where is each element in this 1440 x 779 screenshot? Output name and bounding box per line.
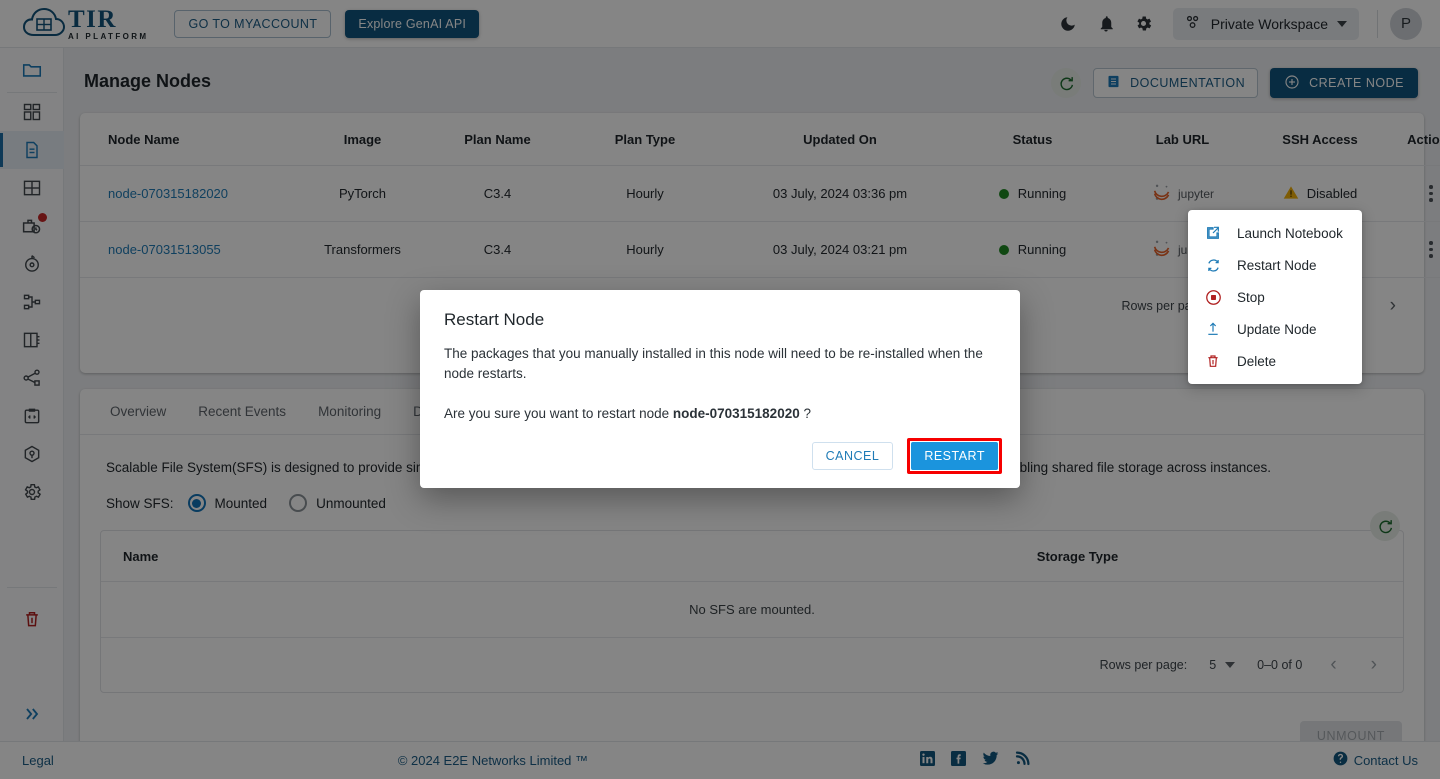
stop-circle-icon [1204, 289, 1222, 306]
menu-item-label: Delete [1237, 353, 1277, 369]
dialog-restart-button[interactable]: RESTART [911, 442, 998, 470]
dialog-cancel-button[interactable]: CANCEL [811, 442, 894, 470]
menu-item-label: Restart Node [1237, 257, 1317, 273]
dialog-paragraph-1: The packages that you manually installed… [444, 346, 983, 381]
restart-node-dialog: Restart Node The packages that you manua… [420, 290, 1020, 488]
menu-item-stop[interactable]: Stop [1188, 281, 1362, 313]
app-root: TIR AI PLATFORM GO TO MYACCOUNT Explore … [0, 0, 1440, 779]
menu-item-delete[interactable]: Delete [1188, 345, 1362, 377]
menu-item-restart-node[interactable]: Restart Node [1188, 249, 1362, 281]
dialog-question-node: node-070315182020 [672, 406, 800, 421]
dialog-paragraph-2: Are you sure you want to restart node no… [444, 404, 996, 424]
menu-item-label: Update Node [1237, 321, 1317, 337]
row-actions-menu: Launch Notebook Restart Node Stop Update… [1188, 210, 1362, 384]
upload-icon [1204, 321, 1222, 337]
dialog-question-suffix: ? [799, 406, 811, 421]
menu-item-update-node[interactable]: Update Node [1188, 313, 1362, 345]
menu-item-label: Stop [1237, 289, 1265, 305]
dialog-question-prefix: Are you sure you want to restart node [444, 406, 673, 421]
dialog-body: The packages that you manually installed… [420, 330, 1020, 424]
dialog-title: Restart Node [444, 310, 545, 329]
dialog-confirm-highlight: RESTART [907, 438, 1002, 474]
external-link-icon [1204, 225, 1222, 241]
trash-icon [1204, 353, 1222, 369]
menu-item-label: Launch Notebook [1237, 225, 1343, 241]
dialog-actions: CANCEL RESTART [811, 438, 1002, 474]
restart-icon [1204, 257, 1222, 274]
menu-item-launch-notebook[interactable]: Launch Notebook [1188, 217, 1362, 249]
